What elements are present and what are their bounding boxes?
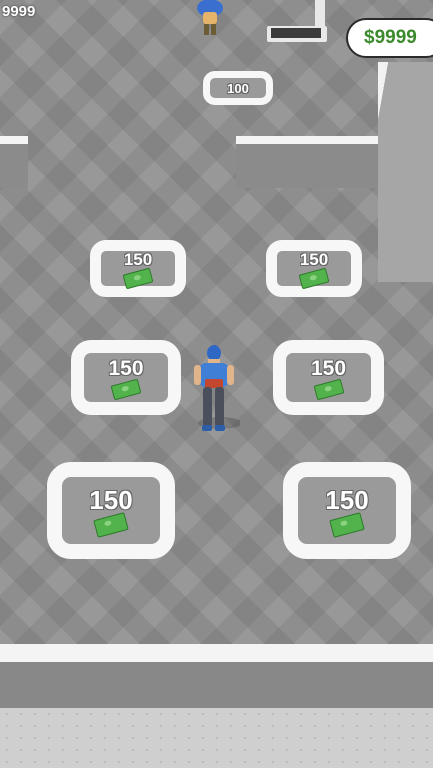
pad-price: 150 <box>325 485 369 515</box>
cash-bill-icon <box>298 267 330 290</box>
money-amount: $9999 <box>364 27 417 48</box>
fps-counter: 9999 <box>2 3 36 20</box>
pad-price: 150 <box>89 485 133 515</box>
ground-outside <box>0 708 433 768</box>
purchase-pad[interactable]: 150 <box>273 340 384 415</box>
money-counter: $9999 <box>346 18 433 58</box>
wall-right-side <box>378 62 433 282</box>
game-scene: 100 150 150 150 150 150 150 <box>0 0 433 768</box>
pad-price: 150 <box>108 357 144 380</box>
exercise-machine <box>267 0 327 42</box>
wall-bottom <box>0 644 433 708</box>
purchase-pad[interactable]: 150 <box>266 240 362 297</box>
pad-price: 100 <box>227 80 249 96</box>
cash-bill-icon <box>329 512 365 538</box>
pad-price: 150 <box>310 357 347 380</box>
cash-bill-icon <box>122 267 154 290</box>
pad-price: 150 <box>123 250 153 269</box>
wall-left-segment <box>0 136 28 188</box>
player-character[interactable] <box>190 343 240 435</box>
cash-bill-icon <box>313 378 344 401</box>
purchase-pad[interactable]: 100 <box>203 71 273 105</box>
purchase-pad[interactable]: 150 <box>283 462 411 559</box>
pad-price: 150 <box>299 250 329 269</box>
purchase-pad[interactable]: 150 <box>47 462 175 559</box>
cash-bill-icon <box>93 512 129 538</box>
cash-bill-icon <box>110 378 142 401</box>
customer-character <box>197 0 223 35</box>
purchase-pad[interactable]: 150 <box>71 340 181 415</box>
purchase-pad[interactable]: 150 <box>90 240 186 297</box>
